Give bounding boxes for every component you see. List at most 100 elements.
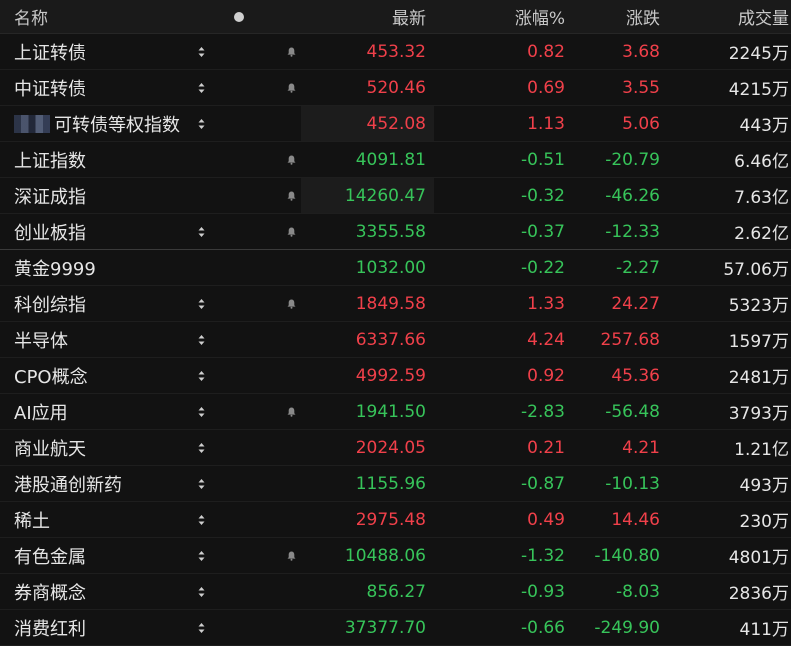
row-name[interactable]: 半导体 — [0, 322, 188, 357]
row-name[interactable]: 可转债等权指数 — [0, 106, 188, 141]
table-row[interactable]: 消费红利 37377.70 -0.66 -249.90 411万 — [0, 610, 791, 646]
table-row[interactable]: 黄金9999 1032.00 -0.22 -2.27 57.06万 — [0, 250, 791, 286]
alert-cell[interactable] — [281, 322, 301, 357]
alert-cell[interactable] — [281, 358, 301, 393]
sort-toggle[interactable] — [188, 70, 281, 105]
row-name[interactable]: 中证转债 — [0, 70, 188, 105]
table-row[interactable]: 有色金属 10488.06 -1.32 -140.80 4801万 — [0, 538, 791, 574]
row-change-percent: -1.32 — [521, 545, 565, 566]
column-header-name[interactable]: 名称 — [0, 0, 188, 33]
column-header-chg[interactable]: 涨跌 — [567, 0, 664, 33]
alert-cell[interactable] — [281, 178, 301, 213]
table-row[interactable]: 上证转债 453.32 0.82 3.68 2245万 — [0, 34, 791, 70]
alert-cell[interactable] — [281, 70, 301, 105]
bell-icon[interactable] — [287, 227, 296, 237]
row-name[interactable]: 上证指数 — [0, 142, 188, 177]
row-name[interactable]: 商业航天 — [0, 430, 188, 465]
sort-updown-icon[interactable] — [198, 226, 205, 237]
sort-toggle[interactable] — [188, 214, 281, 249]
sort-updown-icon[interactable] — [198, 334, 205, 345]
sort-updown-icon[interactable] — [198, 442, 205, 453]
table-row[interactable]: 半导体 6337.66 4.24 257.68 1597万 — [0, 322, 791, 358]
sort-toggle[interactable] — [188, 358, 281, 393]
alert-cell[interactable] — [281, 106, 301, 141]
sort-toggle[interactable] — [188, 286, 281, 321]
alert-cell[interactable] — [281, 574, 301, 609]
bell-icon[interactable] — [287, 299, 296, 309]
table-row[interactable]: CPO概念 4992.59 0.92 45.36 2481万 — [0, 358, 791, 394]
alert-cell[interactable] — [281, 502, 301, 537]
bell-icon[interactable] — [287, 83, 296, 93]
row-name[interactable]: 券商概念 — [0, 574, 188, 609]
alert-cell[interactable] — [281, 394, 301, 429]
sort-updown-icon[interactable] — [198, 298, 205, 309]
table-row[interactable]: 稀土 2975.48 0.49 14.46 230万 — [0, 502, 791, 538]
row-name[interactable]: 港股通创新药 — [0, 466, 188, 501]
table-row[interactable]: 中证转债 520.46 0.69 3.55 4215万 — [0, 70, 791, 106]
column-header-dot[interactable] — [188, 0, 281, 33]
row-name[interactable]: 上证转债 — [0, 34, 188, 69]
table-row[interactable]: 港股通创新药 1155.96 -0.87 -10.13 493万 — [0, 466, 791, 502]
row-name-label: 半导体 — [14, 330, 68, 352]
bell-icon[interactable] — [287, 407, 296, 417]
table-row[interactable]: 可转债等权指数 452.08 1.13 5.06 443万 — [0, 106, 791, 142]
alert-cell[interactable] — [281, 250, 301, 285]
row-name[interactable]: 科创综指 — [0, 286, 188, 321]
column-header-volume[interactable]: 成交量 — [664, 0, 791, 33]
alert-cell[interactable] — [281, 466, 301, 501]
sort-updown-icon[interactable] — [198, 550, 205, 561]
alert-cell[interactable] — [281, 430, 301, 465]
bell-icon[interactable] — [287, 47, 296, 57]
sort-updown-icon[interactable] — [198, 370, 205, 381]
alert-cell[interactable] — [281, 538, 301, 573]
sort-toggle[interactable] — [188, 178, 281, 213]
sort-updown-icon[interactable] — [198, 586, 205, 597]
sort-toggle[interactable] — [188, 142, 281, 177]
row-name[interactable]: 有色金属 — [0, 538, 188, 573]
alert-cell[interactable] — [281, 610, 301, 645]
sort-updown-icon[interactable] — [198, 118, 205, 129]
alert-cell[interactable] — [281, 34, 301, 69]
sort-toggle[interactable] — [188, 250, 281, 285]
row-name[interactable]: 稀土 — [0, 502, 188, 537]
table-row[interactable]: 上证指数 4091.81 -0.51 -20.79 6.46亿 — [0, 142, 791, 178]
sort-toggle[interactable] — [188, 394, 281, 429]
table-row[interactable]: 深证成指 14260.47 -0.32 -46.26 7.63亿 — [0, 178, 791, 214]
sort-toggle[interactable] — [188, 430, 281, 465]
bell-icon[interactable] — [287, 191, 296, 201]
table-row[interactable]: 商业航天 2024.05 0.21 4.21 1.21亿 — [0, 430, 791, 466]
column-header-last[interactable]: 最新 — [301, 0, 434, 33]
table-row[interactable]: 券商概念 856.27 -0.93 -8.03 2836万 — [0, 574, 791, 610]
row-change-percent: -0.93 — [521, 581, 565, 602]
sort-updown-icon[interactable] — [198, 82, 205, 93]
sort-toggle[interactable] — [188, 106, 281, 141]
row-name[interactable]: 深证成指 — [0, 178, 188, 213]
sort-toggle[interactable] — [188, 574, 281, 609]
alert-cell[interactable] — [281, 142, 301, 177]
row-name[interactable]: CPO概念 — [0, 358, 188, 393]
sort-toggle[interactable] — [188, 322, 281, 357]
sort-updown-icon[interactable] — [198, 514, 205, 525]
bell-icon[interactable] — [287, 551, 296, 561]
alert-cell[interactable] — [281, 214, 301, 249]
row-name[interactable]: 黄金9999 — [0, 250, 188, 285]
sort-toggle[interactable] — [188, 34, 281, 69]
sort-updown-icon[interactable] — [198, 622, 205, 633]
row-change-percent: -0.51 — [521, 149, 565, 170]
alert-cell[interactable] — [281, 286, 301, 321]
table-row[interactable]: AI应用 1941.50 -2.83 -56.48 3793万 — [0, 394, 791, 430]
sort-toggle[interactable] — [188, 502, 281, 537]
table-row[interactable]: 创业板指 3355.58 -0.37 -12.33 2.62亿 — [0, 214, 791, 250]
table-row[interactable]: 科创综指 1849.58 1.33 24.27 5323万 — [0, 286, 791, 322]
row-name[interactable]: 创业板指 — [0, 214, 188, 249]
sort-toggle[interactable] — [188, 538, 281, 573]
sort-updown-icon[interactable] — [198, 478, 205, 489]
sort-updown-icon[interactable] — [198, 46, 205, 57]
sort-updown-icon[interactable] — [198, 406, 205, 417]
row-name[interactable]: 消费红利 — [0, 610, 188, 645]
bell-icon[interactable] — [287, 155, 296, 165]
column-header-pct[interactable]: 涨幅% — [434, 0, 567, 33]
sort-toggle[interactable] — [188, 466, 281, 501]
row-name[interactable]: AI应用 — [0, 394, 188, 429]
sort-toggle[interactable] — [188, 610, 281, 645]
